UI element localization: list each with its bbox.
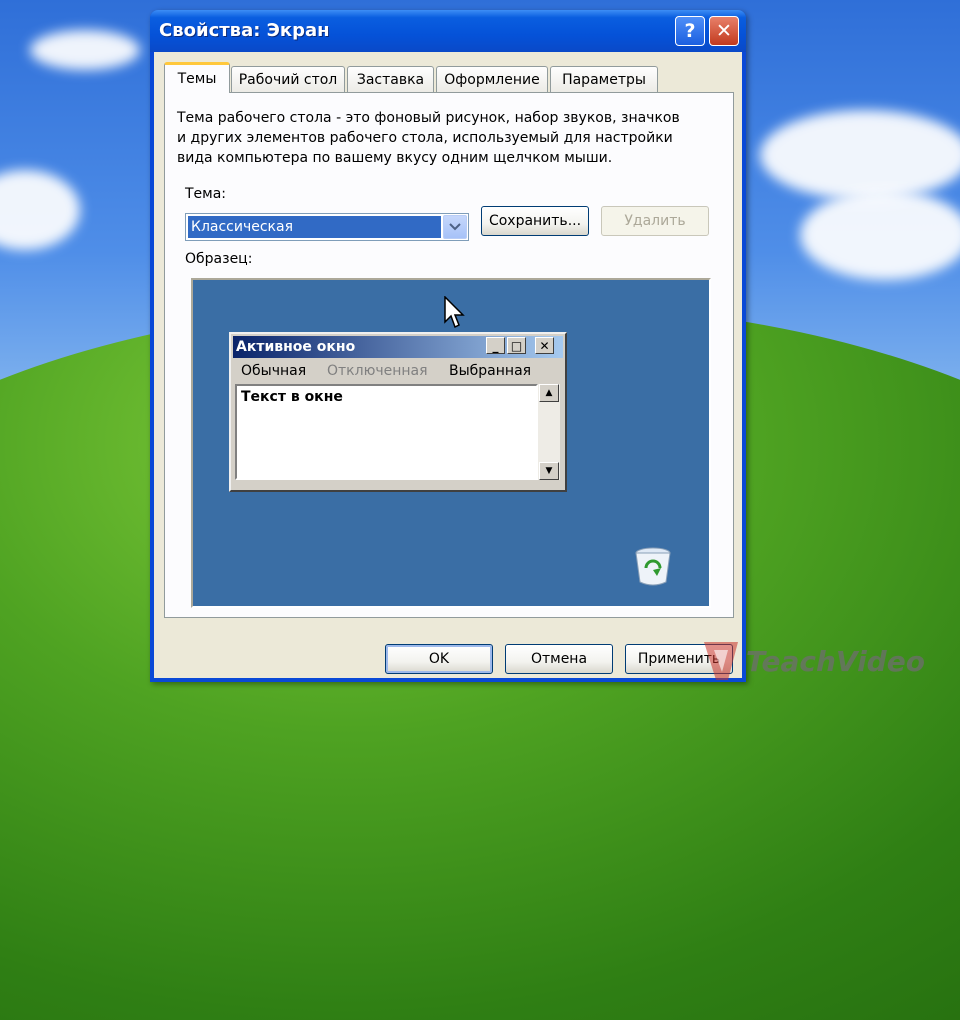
scroll-down-icon: ▼ bbox=[539, 462, 559, 480]
chevron-down-icon[interactable] bbox=[443, 215, 467, 239]
description-line: и других элементов рабочего стола, испол… bbox=[177, 130, 673, 146]
theme-label: Тема: bbox=[185, 186, 227, 202]
teachvideo-logo-icon bbox=[704, 642, 738, 680]
close-button[interactable]: ✕ bbox=[709, 16, 739, 46]
cancel-button[interactable]: Отмена bbox=[505, 644, 613, 674]
preview-window-text: Текст в окне bbox=[235, 384, 538, 480]
preview-menu-selected: Выбранная bbox=[449, 363, 532, 379]
preview-scrollbar: ▲ ▼ bbox=[538, 384, 560, 480]
tab-themes[interactable]: Темы bbox=[164, 62, 230, 93]
ok-button[interactable]: OK bbox=[385, 644, 493, 674]
preview-active-window: Активное окно _ □ ✕ Обычная Отключенная … bbox=[229, 332, 567, 492]
title-bar[interactable]: Свойства: Экран ? ✕ bbox=[150, 10, 746, 52]
theme-select[interactable]: Классическая bbox=[185, 213, 469, 241]
teachvideo-watermark: TeachVideo bbox=[700, 636, 925, 686]
save-theme-button[interactable]: Сохранить... bbox=[481, 206, 589, 236]
minimize-icon: _ bbox=[486, 337, 505, 354]
tab-desktop[interactable]: Рабочий стол bbox=[231, 66, 345, 92]
tab-screensaver[interactable]: Заставка bbox=[347, 66, 434, 92]
description-line: вида компьютера по вашему вкусу одним ще… bbox=[177, 150, 613, 166]
preview-menu-disabled: Отключенная bbox=[327, 363, 428, 379]
themes-description: Тема рабочего стола - это фоновый рисуно… bbox=[177, 108, 717, 168]
watermark-text: TeachVideo bbox=[746, 644, 925, 678]
help-button[interactable]: ? bbox=[675, 16, 705, 46]
display-properties-dialog: Свойства: Экран ? ✕ Темы Рабочий стол За… bbox=[150, 10, 746, 682]
recycle-bin-icon bbox=[631, 544, 675, 592]
dialog-client-area: Темы Рабочий стол Заставка Оформление Па… bbox=[154, 52, 742, 678]
sample-label: Образец: bbox=[185, 251, 253, 267]
delete-theme-button[interactable]: Удалить bbox=[601, 206, 709, 236]
preview-menu-normal: Обычная bbox=[241, 363, 307, 379]
tab-settings[interactable]: Параметры bbox=[550, 66, 658, 92]
maximize-icon: □ bbox=[507, 337, 526, 354]
scroll-up-icon: ▲ bbox=[539, 384, 559, 402]
tab-appearance[interactable]: Оформление bbox=[436, 66, 548, 92]
close-icon: ✕ bbox=[535, 337, 554, 354]
description-line: Тема рабочего стола - это фоновый рисуно… bbox=[177, 110, 680, 126]
window-title: Свойства: Экран bbox=[159, 20, 330, 41]
mouse-cursor-icon bbox=[444, 295, 466, 334]
theme-select-value: Классическая bbox=[188, 216, 441, 238]
